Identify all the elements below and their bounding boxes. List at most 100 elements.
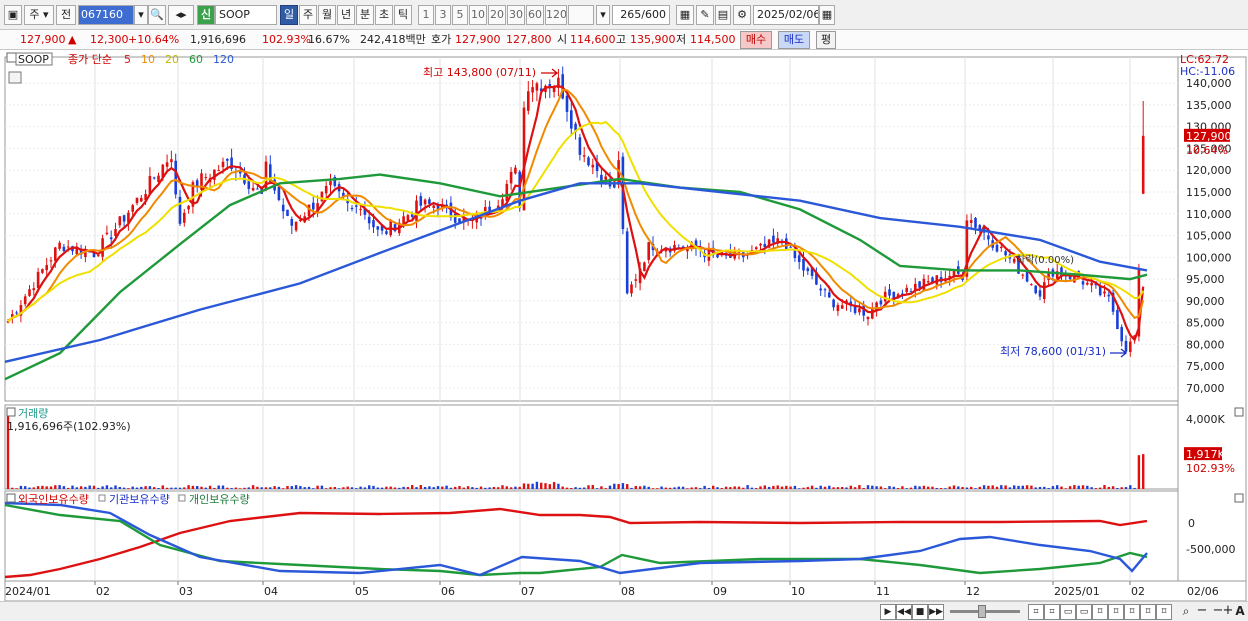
candle-body	[415, 200, 418, 221]
tool-icon-4[interactable]: ▭	[1076, 604, 1092, 620]
interval-button-3[interactable]: 10	[469, 5, 487, 25]
volume-bar	[909, 487, 913, 489]
volume-close-icon[interactable]	[1234, 407, 1244, 417]
eval-button[interactable]: 평	[816, 31, 836, 49]
interval-button-5[interactable]: 30	[507, 5, 525, 25]
tool-icon-2[interactable]: ⌗	[1044, 604, 1060, 620]
interval-dropdown-icon[interactable]: ▾	[596, 5, 610, 25]
volume-bar	[1000, 485, 1003, 489]
draw-icon[interactable]: ✎	[696, 5, 714, 25]
volume-bar	[862, 488, 865, 489]
x-tick-label: 02/06	[1187, 585, 1219, 598]
zoom-icon[interactable]: ⌕	[1178, 604, 1194, 620]
sell-button[interactable]: 매도	[778, 31, 810, 49]
interval-button-7[interactable]: 120	[545, 5, 567, 25]
volume-bar	[28, 487, 31, 489]
layout-icon[interactable]: ▣	[4, 5, 22, 25]
candle-body	[759, 243, 762, 246]
collapse-icon[interactable]	[6, 52, 17, 63]
tab-1[interactable]: 주	[299, 5, 317, 25]
code-dropdown-icon[interactable]: ▾	[134, 5, 148, 25]
date-input[interactable]: 2025/02/06	[753, 5, 819, 25]
tab-6[interactable]: 틱	[394, 5, 412, 25]
volume-bar	[286, 486, 289, 489]
volume-bar	[789, 486, 792, 489]
tool-icon-9[interactable]: ⌑	[1156, 604, 1172, 620]
flow-collapse-icon[interactable]	[6, 493, 16, 503]
ma-legend-5: 5	[124, 53, 131, 66]
ma-legend-label: 종가 단순	[68, 53, 112, 66]
volume-bar	[247, 487, 250, 489]
scroll-right-icon[interactable]: ▶	[880, 604, 896, 620]
volume-bar	[484, 487, 487, 489]
chart-area[interactable]: 2024/01 02 03 04 05 06 07 08 09 10 11 12 2025/01 02 02…	[0, 51, 1248, 601]
speaker-icon[interactable]: ◂▸	[168, 5, 194, 25]
volume-bar	[755, 488, 758, 489]
stock-code-input[interactable]: 067160	[78, 5, 134, 25]
calendar-icon[interactable]: ▦	[819, 5, 835, 25]
gear-icon[interactable]: ⚙	[733, 5, 751, 25]
tool-icon-1[interactable]: ⌗	[1028, 604, 1044, 620]
volume-bar	[1099, 487, 1102, 489]
tool-icon-6[interactable]: ⌑	[1108, 604, 1124, 620]
flow-close-icon[interactable]	[1234, 493, 1244, 503]
volume-bar	[927, 486, 930, 489]
tool-icon-3[interactable]: ▭	[1060, 604, 1076, 620]
x-tick-label: 09	[713, 585, 727, 598]
chart-svg[interactable]: 2024/01 02 03 04 05 06 07 08 09 10 11 12 2025/01 02 02…	[0, 51, 1248, 601]
volume-bar	[626, 484, 629, 489]
tab-2[interactable]: 월	[318, 5, 336, 25]
prev-button[interactable]: 전	[56, 5, 76, 25]
search-icon[interactable]: 🔍	[148, 5, 166, 25]
interval-button-1[interactable]: 3	[435, 5, 451, 25]
volume-bar	[1142, 454, 1145, 489]
tab-5[interactable]: 초	[375, 5, 393, 25]
ask-price: 127,900	[455, 33, 501, 46]
volume-bar	[853, 487, 857, 489]
volume-bar	[548, 484, 551, 489]
interval-button-0[interactable]: 1	[418, 5, 434, 25]
flow-tick-neg: -500,000	[1186, 543, 1235, 556]
candle-body	[419, 196, 423, 206]
volume-bar	[1124, 487, 1128, 489]
candle-body	[509, 171, 513, 184]
zoom-slider-handle[interactable]	[978, 605, 986, 618]
interval-button-6[interactable]: 60	[526, 5, 544, 25]
tool-icon-7[interactable]: ⌑	[1124, 604, 1140, 620]
stock-name-field[interactable]: SOOP	[215, 5, 277, 25]
x-tick-label: 2024/01	[5, 585, 51, 598]
interval-custom-field[interactable]	[568, 5, 594, 25]
volume-bar	[380, 487, 384, 489]
candle-body	[789, 246, 792, 248]
volume-bar	[737, 486, 741, 489]
volume-collapse-icon[interactable]	[6, 407, 16, 417]
forward-icon[interactable]: ▶▶	[928, 604, 944, 620]
interval-button-2[interactable]: 5	[452, 5, 468, 25]
buy-button[interactable]: 매수	[740, 31, 772, 49]
volume-bar	[320, 485, 324, 489]
tab-3[interactable]: 년	[337, 5, 355, 25]
save-icon[interactable]: ▤	[715, 5, 731, 25]
high-price: 135,900	[630, 33, 676, 46]
tool-icon-5[interactable]: ⌑	[1092, 604, 1108, 620]
count-field[interactable]: 265/600	[612, 5, 670, 25]
period-select[interactable]: 주 ▾	[24, 5, 54, 25]
interval-button-4[interactable]: 20	[488, 5, 506, 25]
x-tick-label: 07	[521, 585, 535, 598]
tab-4[interactable]: 분	[356, 5, 374, 25]
font-size-icon[interactable]: A	[1232, 604, 1248, 620]
volume-bar	[1030, 485, 1033, 489]
stop-icon[interactable]: ■	[912, 604, 928, 620]
tool-icon-8[interactable]: ⌑	[1140, 604, 1156, 620]
volume-bar	[669, 487, 672, 489]
volume-bar	[832, 487, 835, 489]
table-icon[interactable]	[8, 71, 22, 84]
volume-bar	[712, 485, 715, 489]
volume-bar	[965, 487, 969, 489]
candle-body	[247, 180, 251, 189]
zoom-out-icon[interactable]: −	[1194, 604, 1210, 620]
rewind-icon[interactable]: ◀◀	[896, 604, 912, 620]
tab-0[interactable]: 일	[280, 5, 298, 25]
grid-icon[interactable]: ▦	[676, 5, 694, 25]
candle-body	[1068, 276, 1072, 280]
